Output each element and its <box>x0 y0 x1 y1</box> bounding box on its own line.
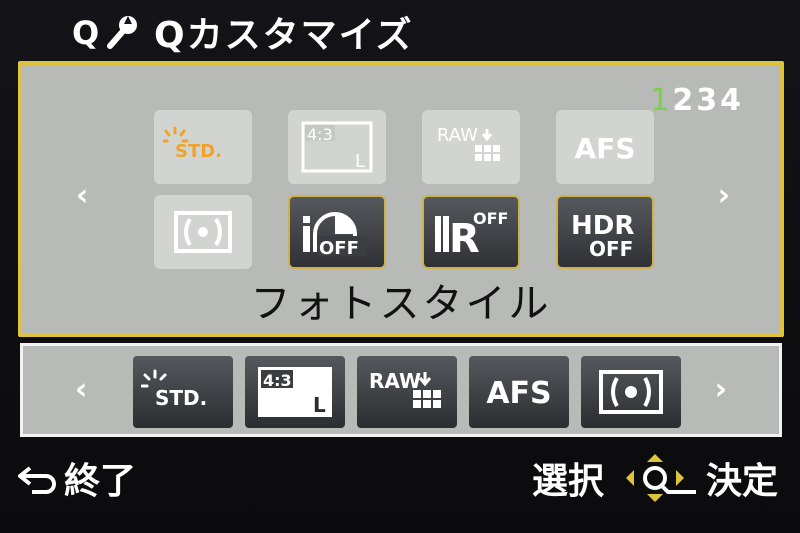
tile-photo-style-text: STD. <box>175 141 222 162</box>
chevron-left-icon[interactable]: ‹ <box>75 375 87 405</box>
photo-style-std-icon: STD. <box>163 126 222 162</box>
metering-icon <box>599 370 663 414</box>
tile-aspect-ratio-text: 4:3 <box>307 125 333 144</box>
strip-focus-mode-text: AFS <box>486 376 551 411</box>
tile-size-text: L <box>355 151 365 172</box>
strip-size-text: L <box>313 393 326 417</box>
focus-mode-icon: AFS <box>575 132 636 165</box>
strip-item-quality[interactable]: RAW <box>357 356 457 428</box>
aspect-ratio-icon: 4:3 L <box>301 121 373 173</box>
tile-quality-text: RAW <box>437 125 478 146</box>
strip-item-focus-mode[interactable]: AFS <box>469 356 569 428</box>
tile-hdr[interactable]: HDR OFF <box>556 195 654 269</box>
i-resolution-off-icon: R OFF <box>435 209 508 260</box>
photo-style-std-icon: STD. <box>141 369 207 410</box>
select-label: 選択 <box>531 461 604 502</box>
confirm-label: 決定 <box>705 461 778 502</box>
tile-i-resolution[interactable]: R OFF <box>422 195 520 269</box>
tile-metering[interactable] <box>154 195 252 269</box>
function-panel: 1234 ‹ › STD. 4:3 L RAW AFS OFF R OFF HD… <box>18 61 784 337</box>
strip-item-aspect-size[interactable]: 4:3 L <box>245 356 345 428</box>
aspect-ratio-icon: 4:3 L <box>258 367 332 417</box>
tile-i-resolution-text: OFF <box>473 209 508 228</box>
tile-i-dynamic-text: OFF <box>319 238 359 259</box>
strip-photo-style-text: STD. <box>155 386 207 410</box>
strip-item-metering[interactable] <box>581 356 681 428</box>
function-strip: ‹ › STD. 4:3 L RAW AFS <box>20 343 782 437</box>
tile-photo-style[interactable]: STD. <box>154 110 252 184</box>
strip-quality-text: RAW <box>369 369 421 393</box>
footer-hints: 選択 決定 <box>532 452 778 504</box>
header: Q Qカスタマイズ <box>70 8 414 56</box>
tile-hdr-sub: OFF <box>589 237 633 260</box>
back-control[interactable]: 終了 <box>16 452 136 504</box>
function-label: フォトスタイル <box>250 281 552 327</box>
strip-aspect-ratio-text: 4:3 <box>263 371 292 390</box>
tile-focus-mode[interactable]: AFS <box>556 110 654 184</box>
tile-aspect-size[interactable]: 4:3 L <box>288 110 386 184</box>
metering-icon <box>174 211 232 253</box>
raw-quality-icon: RAW <box>437 125 500 161</box>
page-title: Qカスタマイズ <box>154 15 414 56</box>
return-arrow-icon <box>18 466 56 494</box>
q-wrench-icon: Q <box>70 12 142 52</box>
back-label: 終了 <box>64 461 137 502</box>
hdr-off-icon: HDR OFF <box>571 211 634 260</box>
dpad-icon <box>625 454 696 502</box>
chevron-left-icon[interactable]: ‹ <box>76 181 88 211</box>
chevron-right-icon[interactable]: › <box>715 375 727 405</box>
focus-mode-icon: AFS <box>486 376 551 411</box>
strip-item-photo-style[interactable]: STD. <box>133 356 233 428</box>
tile-i-dynamic[interactable]: OFF <box>288 195 386 269</box>
camera-screen: Q Qカスタマイズ 1234 ‹ › STD. 4:3 L RAW AFS OF… <box>0 0 800 533</box>
page-indicator-current: 1 <box>650 83 673 118</box>
svg-text:Q: Q <box>72 14 99 52</box>
chevron-right-icon[interactable]: › <box>718 181 730 211</box>
raw-quality-icon: RAW <box>369 369 441 408</box>
tile-focus-mode-text: AFS <box>575 132 636 165</box>
page-indicator-rest: 234 <box>672 83 744 118</box>
tile-quality[interactable]: RAW <box>422 110 520 184</box>
i-dynamic-off-icon: OFF <box>303 212 367 259</box>
page-indicator: 1234 <box>650 83 744 118</box>
